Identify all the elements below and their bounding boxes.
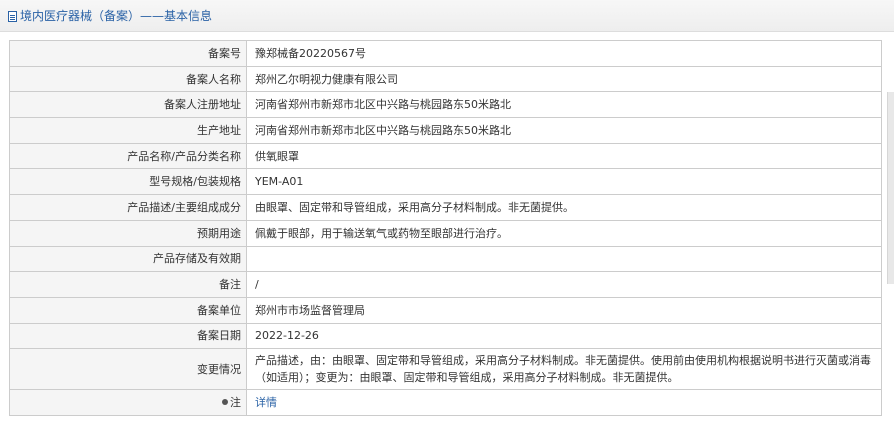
document-icon: [8, 10, 17, 22]
row-label: 产品描述/主要组成成分: [9, 194, 247, 221]
scrollbar[interactable]: [887, 92, 894, 284]
table-row: 备案号 豫郑械备20220567号: [9, 40, 882, 67]
row-value: 郑州乙尔明视力健康有限公司: [246, 65, 882, 93]
row-label: 备案人注册地址: [9, 91, 247, 119]
row-value: 供氧眼罩: [246, 142, 882, 170]
row-value: 郑州市市场监督管理局: [246, 296, 882, 324]
row-value: 河南省郑州市新郑市北区中兴路与桃园路东50米路北: [246, 117, 882, 144]
breadcrumb[interactable]: 境内医疗器械（备案）——基本信息: [8, 9, 212, 23]
row-value: 2022-12-26: [246, 322, 882, 350]
row-value: YEM-A01: [246, 168, 882, 196]
row-label: 变更情况: [9, 348, 247, 391]
row-label: 备案人名称: [9, 65, 247, 93]
change-history-value: 产品描述，由：由眼罩、固定带和导管组成，采用高分子材料制成。非无菌提供。使用前由…: [246, 348, 882, 391]
table-row: 备案日期 2022-12-26: [9, 322, 882, 350]
row-label: 产品存储及有效期: [9, 245, 247, 273]
row-label: 型号规格/包装规格: [9, 168, 247, 196]
row-label: 备注: [9, 271, 247, 298]
note-label-text: 注: [230, 396, 241, 410]
row-value: 河南省郑州市新郑市北区中兴路与桃园路东50米路北: [246, 91, 882, 119]
title-bar: 境内医疗器械（备案）——基本信息: [0, 0, 894, 32]
row-label: 备案单位: [9, 296, 247, 324]
table-row: 产品存储及有效期: [9, 245, 882, 273]
table-row: 备案人名称 郑州乙尔明视力健康有限公司: [9, 65, 882, 93]
details-link[interactable]: 详情: [255, 396, 277, 409]
row-label: 生产地址: [9, 117, 247, 144]
basic-info-table: 备案号 豫郑械备20220567号 备案人名称 郑州乙尔明视力健康有限公司 备案…: [9, 40, 882, 416]
table-row: 产品名称/产品分类名称 供氧眼罩: [9, 142, 882, 170]
row-label: 预期用途: [9, 219, 247, 247]
table-row: 生产地址 河南省郑州市新郑市北区中兴路与桃园路东50米路北: [9, 117, 882, 144]
row-label: 备案号: [9, 40, 247, 67]
pin-icon: [222, 399, 228, 406]
table-row: 备案单位 郑州市市场监督管理局: [9, 296, 882, 324]
row-value: 由眼罩、固定带和导管组成，采用高分子材料制成。非无菌提供。: [246, 194, 882, 221]
table-row: 型号规格/包装规格 YEM-A01: [9, 168, 882, 196]
row-value: 豫郑械备20220567号: [246, 40, 882, 67]
breadcrumb-text[interactable]: 境内医疗器械（备案）——基本信息: [20, 9, 212, 23]
note-row: 注 详情: [9, 389, 882, 416]
table-row: 预期用途 佩戴于眼部，用于输送氧气或药物至眼部进行治疗。: [9, 219, 882, 247]
table-row: 变更情况 产品描述，由：由眼罩、固定带和导管组成，采用高分子材料制成。非无菌提供…: [9, 348, 882, 391]
table-row: 备案人注册地址 河南省郑州市新郑市北区中兴路与桃园路东50米路北: [9, 91, 882, 119]
table-row: 产品描述/主要组成成分 由眼罩、固定带和导管组成，采用高分子材料制成。非无菌提供…: [9, 194, 882, 221]
row-value: /: [246, 271, 882, 298]
row-value: 佩戴于眼部，用于输送氧气或药物至眼部进行治疗。: [246, 219, 882, 247]
note-label: 注: [9, 389, 247, 416]
row-label: 产品名称/产品分类名称: [9, 142, 247, 170]
row-label: 备案日期: [9, 322, 247, 350]
table-row: 备注 /: [9, 271, 882, 298]
note-value: 详情: [246, 389, 882, 416]
row-value: [246, 245, 882, 273]
